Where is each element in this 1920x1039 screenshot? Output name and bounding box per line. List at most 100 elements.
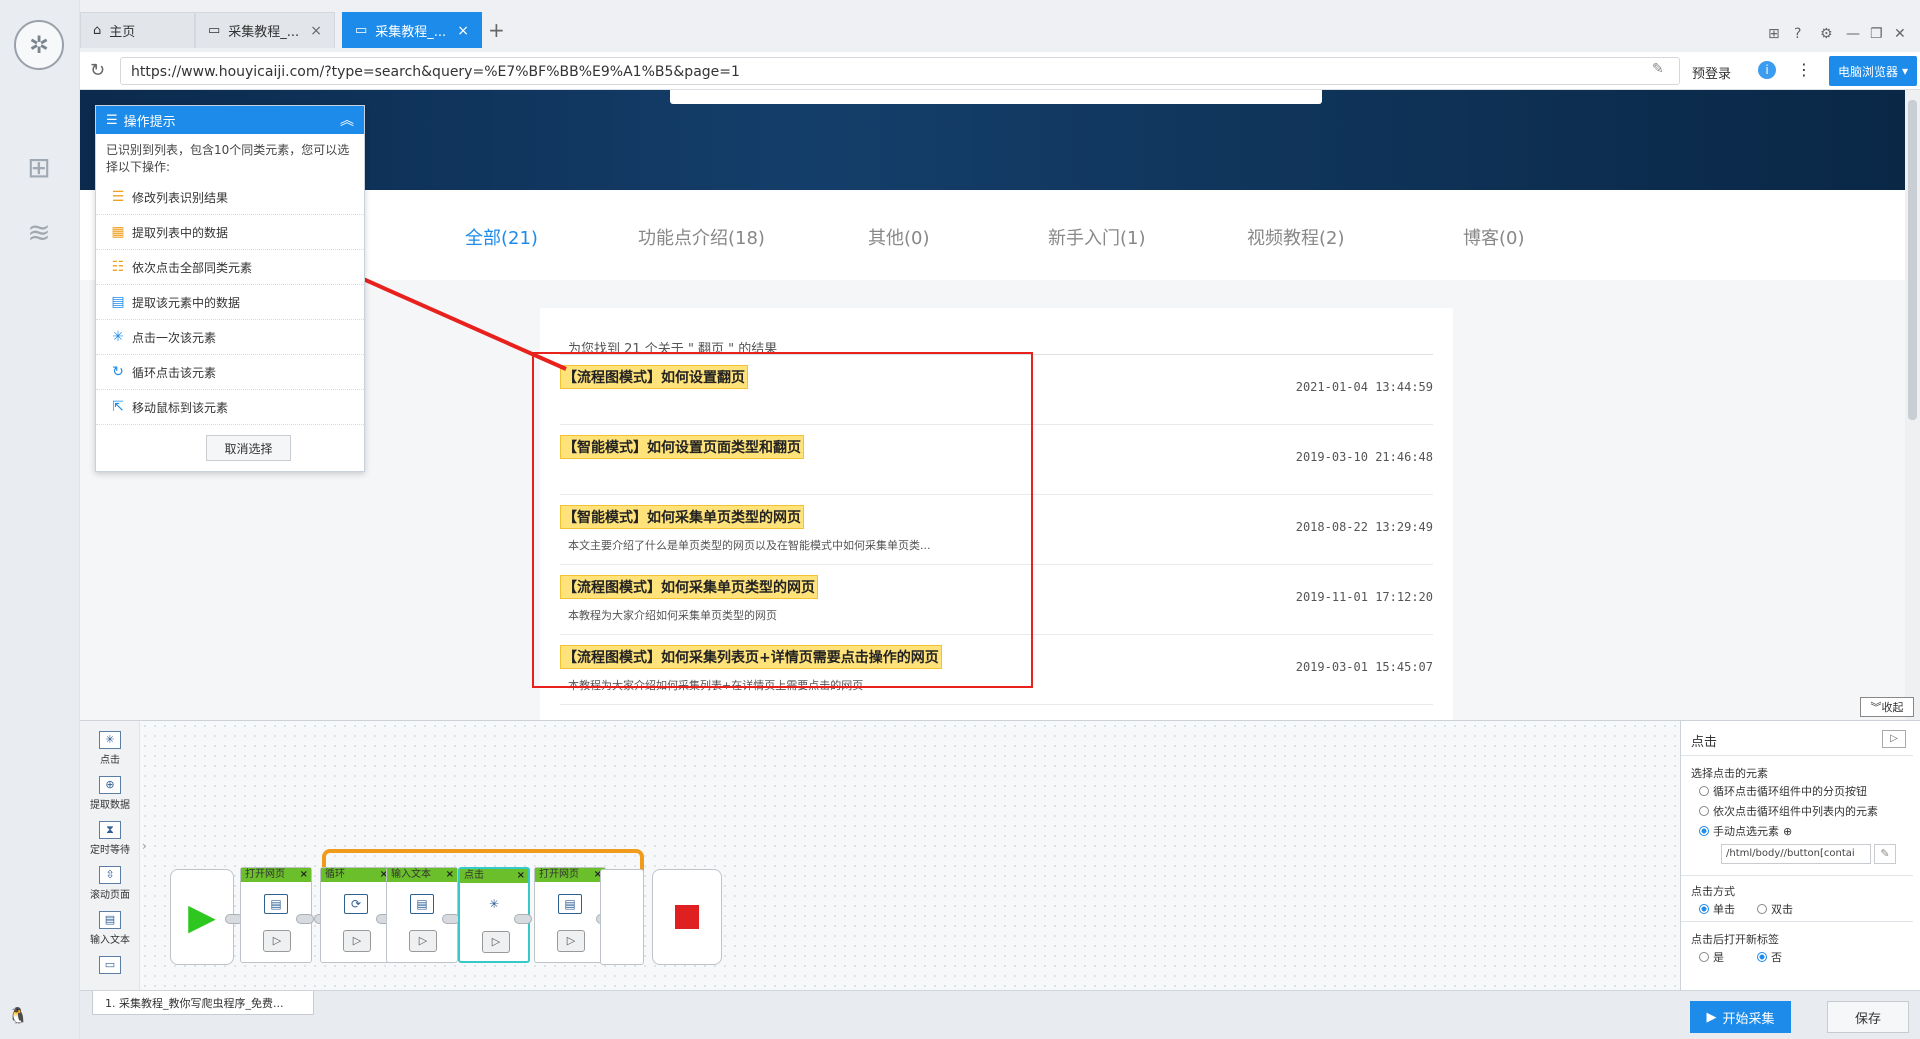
restore-icon[interactable]: ❐	[1870, 26, 1883, 42]
edit-icon[interactable]: ✎	[1874, 844, 1896, 864]
more-icon[interactable]: ⋮	[1796, 60, 1812, 79]
category-beginner[interactable]: 新手入门(1)	[1048, 224, 1146, 250]
gift-icon[interactable]: ⊞	[1768, 26, 1780, 42]
login-button[interactable]: 预登录	[1692, 63, 1731, 82]
tool-input-text[interactable]: ▤ 输入文本	[84, 911, 136, 946]
tab-label: 主页	[109, 25, 136, 40]
select-element-label: 选择点击的元素	[1691, 767, 1768, 780]
hint-item-label: 修改列表识别结果	[132, 190, 229, 205]
category-blog[interactable]: 博客(0)	[1463, 224, 1525, 250]
qq-icon[interactable]: 🐧	[8, 1006, 28, 1025]
tool-label: 定时等待	[90, 845, 130, 856]
tab-label: 采集教程_...	[375, 25, 447, 40]
radio-loop-pagination[interactable]: 循环点击循环组件中的分页按钮	[1699, 783, 1867, 799]
hint-modify-list[interactable]: ☰ 修改列表识别结果	[96, 180, 364, 215]
window-close-icon[interactable]: ✕	[1894, 26, 1906, 42]
grid-icon: ▦	[111, 224, 125, 240]
cursor-icon: ⇱	[112, 399, 124, 415]
radio-label: 否	[1771, 951, 1782, 964]
close-icon[interactable]: ×	[446, 868, 454, 882]
play-icon[interactable]: ▷	[557, 930, 585, 952]
crosshair-icon[interactable]: ⊕	[1783, 825, 1792, 838]
result-date: 2019-03-01 15:45:07	[1295, 660, 1433, 674]
category-other[interactable]: 其他(0)	[868, 224, 930, 250]
tool-label: 输入文本	[90, 935, 130, 946]
chevron-up-icon[interactable]: ︽	[340, 110, 354, 130]
workflow-canvas[interactable]: ✳ 点击 ⊕ 提取数据 ⧗ 定时等待 ⇳ 滚动页面 ▤ 输入文本 ▭ › ▶ 打…	[80, 720, 1680, 991]
hint-hover[interactable]: ⇱ 移动鼠标到该元素	[96, 390, 364, 425]
hint-loop-click[interactable]: ↻ 循环点击该元素	[96, 355, 364, 390]
tool-more[interactable]: ▭	[84, 956, 136, 976]
hint-item-label: 点击一次该元素	[132, 330, 217, 345]
browser-mode-button[interactable]: 电脑浏览器 ▾	[1829, 56, 1917, 86]
new-task-icon[interactable]: ⊞	[22, 150, 56, 184]
reload-icon[interactable]: ↻	[90, 60, 105, 81]
app-logo-icon: ✲	[14, 20, 64, 70]
minimize-icon[interactable]: —	[1846, 26, 1860, 42]
url-input[interactable]: https://www.houyicaiji.com/?type=search&…	[120, 57, 1680, 85]
hint-click-all[interactable]: ☷ 依次点击全部同类元素	[96, 250, 364, 285]
collapse-button[interactable]: ︾ 收起	[1860, 697, 1914, 717]
tool-extract[interactable]: ⊕ 提取数据	[84, 776, 136, 811]
edit-icon[interactable]: ✎	[1652, 61, 1664, 77]
connector	[514, 914, 532, 924]
radio-manual-select[interactable]: 手动点选元素 ⊕	[1699, 823, 1792, 839]
play-icon[interactable]: ▷	[263, 930, 291, 952]
layers-icon[interactable]: ≋	[22, 215, 56, 249]
task-tab[interactable]: 1. 采集教程_教你写爬虫程序_免费...	[92, 991, 314, 1015]
play-icon[interactable]: ▷	[343, 930, 371, 952]
play-icon[interactable]: ▷	[409, 930, 437, 952]
step-open-page-2[interactable]: 打开网页 × ▤ ▷	[534, 867, 606, 963]
close-icon[interactable]: ×	[300, 868, 308, 882]
page-scrollbar[interactable]	[1905, 90, 1920, 720]
site-search-input[interactable]	[670, 90, 1322, 104]
category-video[interactable]: 视频教程(2)	[1247, 224, 1345, 250]
new-tab-icon[interactable]: +	[488, 18, 505, 42]
close-icon[interactable]: ×	[310, 23, 322, 39]
save-button[interactable]: 保存	[1827, 1001, 1909, 1033]
page-icon: ▭	[99, 956, 121, 974]
help-icon[interactable]: ?	[1794, 26, 1801, 42]
play-icon[interactable]: ▷	[482, 931, 510, 953]
chevron-right-icon[interactable]: ›	[142, 839, 147, 853]
radio-single-click[interactable]: 单击	[1699, 901, 1735, 917]
tab-home[interactable]: ⌂ 主页	[80, 12, 195, 48]
scroll-thumb[interactable]	[1908, 100, 1917, 420]
run-step-button[interactable]: ▷	[1882, 730, 1906, 748]
radio-new-tab-no[interactable]: 否	[1757, 949, 1782, 965]
result-date: 2019-03-10 21:46:48	[1295, 450, 1433, 464]
result-date: 2018-08-22 13:29:49	[1295, 520, 1433, 534]
close-icon[interactable]: ×	[517, 869, 525, 883]
end-node[interactable]	[652, 869, 722, 965]
tool-click[interactable]: ✳ 点击	[84, 731, 136, 766]
mode-label: 电脑浏览器	[1837, 64, 1898, 79]
app-window: ✲ ⊞ ≋ 🐧 ⌂ 主页 ▭ 采集教程_... × ▭ 采集教程_... × +…	[0, 0, 1920, 1039]
hint-extract-element[interactable]: ▤ 提取该元素中的数据	[96, 285, 364, 320]
radio-double-click[interactable]: 双击	[1757, 901, 1793, 917]
tab-tutorial-1[interactable]: ▭ 采集教程_... ×	[195, 12, 335, 48]
cancel-select-button[interactable]: 取消选择	[206, 435, 291, 461]
new-tab-label: 点击后打开新标签	[1691, 933, 1779, 946]
step-label: 打开网页	[539, 869, 579, 880]
category-feature[interactable]: 功能点介绍(18)	[638, 224, 765, 250]
xpath-input[interactable]: /html/body//button[contai	[1721, 844, 1871, 864]
hint-extract-list[interactable]: ▦ 提取列表中的数据	[96, 215, 364, 250]
category-all[interactable]: 全部(21)	[465, 224, 538, 250]
close-icon[interactable]: ×	[457, 23, 469, 39]
start-collect-button[interactable]: ▶ 开始采集	[1690, 1001, 1791, 1033]
radio-loop-list[interactable]: 依次点击循环组件中列表内的元素	[1699, 803, 1878, 819]
tool-scroll[interactable]: ⇳ 滚动页面	[84, 866, 136, 901]
radio-label: 单击	[1713, 903, 1735, 916]
radio-new-tab-yes[interactable]: 是	[1699, 949, 1724, 965]
settings-icon[interactable]: ⚙	[1820, 26, 1833, 42]
play-icon: ▶	[1706, 1009, 1717, 1025]
chevron-down-icon: ▾	[1901, 64, 1909, 78]
account-icon[interactable]: i	[1758, 61, 1776, 79]
tab-tutorial-2[interactable]: ▭ 采集教程_... ×	[342, 12, 482, 48]
tool-wait[interactable]: ⧗ 定时等待	[84, 821, 136, 856]
address-bar: ↻ https://www.houyicaiji.com/?type=searc…	[80, 52, 1920, 90]
radio-dot	[1699, 786, 1709, 796]
hint-click-once[interactable]: ✳ 点击一次该元素	[96, 320, 364, 355]
step-header: 输入文本 ×	[387, 868, 457, 882]
tool-label: 提取数据	[90, 800, 130, 811]
